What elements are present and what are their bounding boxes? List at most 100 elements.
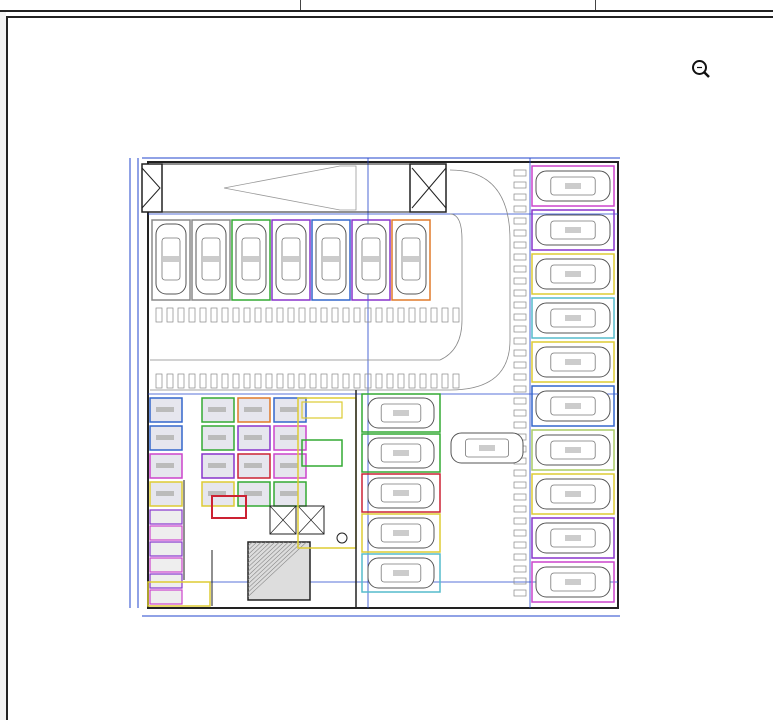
parking-stripe [513,385,527,393]
parking-stripe [452,307,460,323]
parking-stripe [513,409,527,417]
storage-label [244,435,262,440]
parking-stripe [320,307,328,323]
parking-stripe [513,325,527,333]
parking-stripe [513,193,527,201]
storage-unit [149,589,183,605]
storage-label [208,463,226,468]
parking-stripe [342,373,350,389]
parking-stripe [276,373,284,389]
parking-stripe [188,373,196,389]
parking-stripe [513,289,527,297]
parking-stripe [513,565,527,573]
parking-stripe [353,307,361,323]
storage-label [280,407,298,412]
parking-stripe [513,205,527,213]
parking-stripe [513,181,527,189]
parking-stripe [199,307,207,323]
storage-label [156,407,174,412]
parking-stripe [430,373,438,389]
storage-label [280,491,298,496]
car-symbol [535,214,611,246]
parking-stripe [254,307,262,323]
parking-stripe [513,277,527,285]
car-symbol [535,170,611,202]
parking-stripe [513,493,527,501]
parking-stripe [375,373,383,389]
parking-stripe [430,307,438,323]
parking-stripe [513,265,527,273]
car-symbol [355,223,387,295]
car-symbol [450,432,524,464]
parking-stripe [513,229,527,237]
parking-stripe [166,307,174,323]
parking-stripe [375,307,383,323]
parking-stripe [513,361,527,369]
parking-stripe [397,307,405,323]
parking-stripe [177,373,185,389]
storage-label [156,435,174,440]
parking-stripe [513,217,527,225]
parking-stripe [155,373,163,389]
parking-stripe [513,469,527,477]
parking-stripe [513,481,527,489]
car-symbol [315,223,347,295]
car-symbol [535,258,611,290]
parking-stripe [210,307,218,323]
parking-stripe [513,529,527,537]
entrance-ramp [149,163,411,213]
parking-stripe [408,373,416,389]
parking-stripe [177,307,185,323]
parking-stripe [513,517,527,525]
parking-stripe [276,307,284,323]
car-symbol [535,346,611,378]
storage-unit [149,557,183,573]
parking-stripe [265,373,273,389]
storage-label [156,463,174,468]
parking-stripe [210,373,218,389]
car-symbol [195,223,227,295]
parking-stripe [287,307,295,323]
parking-stripe [265,307,273,323]
storage-label [156,491,174,496]
car-symbol [535,522,611,554]
storage-unit [149,509,183,525]
parking-stripe [309,307,317,323]
parking-stripe [309,373,317,389]
parking-stripe [513,301,527,309]
car-symbol [395,223,427,295]
parking-stripe [513,589,527,597]
parking-stripe [513,421,527,429]
storage-unit [149,525,183,541]
parking-stripe [513,553,527,561]
parking-stripe [298,307,306,323]
storage-label [208,407,226,412]
parking-stripe [419,307,427,323]
ramp-wall-right [409,163,447,213]
storage-label [280,435,298,440]
top-toolbar [0,0,773,12]
toolbar-divider [300,0,301,10]
storage-label [280,463,298,468]
parking-stripe [320,373,328,389]
zoom-icon[interactable] [691,59,711,79]
parking-stripe [441,307,449,323]
parking-stripe [386,307,394,323]
parking-stripe [513,313,527,321]
car-symbol [275,223,307,295]
storage-label [244,463,262,468]
car-symbol [535,390,611,422]
parking-stripe [513,169,527,177]
car-symbol [367,397,435,429]
parking-stripe [298,373,306,389]
car-symbol [155,223,187,295]
parking-stripe [353,373,361,389]
parking-stripe [513,505,527,513]
parking-stripe [221,307,229,323]
parking-stripe [331,307,339,323]
parking-stripe [243,373,251,389]
parking-stripe [513,337,527,345]
parking-stripe [232,307,240,323]
parking-stripe [513,577,527,585]
parking-stripe [287,373,295,389]
